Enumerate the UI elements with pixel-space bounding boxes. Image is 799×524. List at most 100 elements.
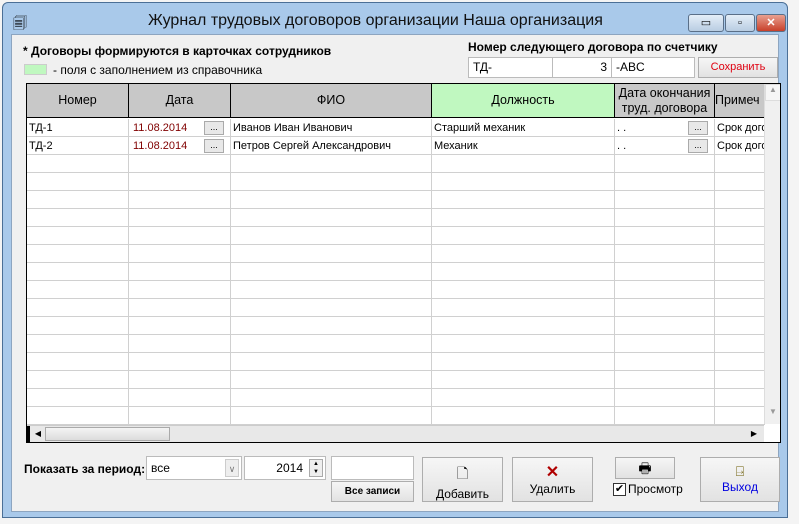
cell-num[interactable] [27,155,129,173]
table-row[interactable]: ТД-1 11.08.2014... Иванов Иван Иванович Ста… [27,119,765,137]
cell-pos[interactable] [432,209,615,227]
cell-pos[interactable] [432,281,615,299]
cell-fio[interactable] [231,407,432,425]
cell-fio[interactable] [231,191,432,209]
save-counter-button[interactable]: Сохранить [698,57,778,78]
table-row[interactable] [27,299,765,317]
minimize-button[interactable]: ▭ [688,14,724,32]
cell-note[interactable]: Срок договора [715,119,765,137]
cell-note[interactable] [715,173,765,191]
cell-note[interactable]: Срок договора [715,137,765,155]
cell-end[interactable] [615,371,715,389]
cell-pos[interactable] [432,317,615,335]
header-position[interactable]: Должность [432,84,615,118]
cell-pos[interactable]: Механик [432,137,615,155]
cell-fio[interactable] [231,317,432,335]
cell-num[interactable] [27,335,129,353]
cell-num[interactable] [27,263,129,281]
preview-checkbox[interactable]: ✔ Просмотр [613,482,683,496]
cell-note[interactable] [715,389,765,407]
cell-date[interactable] [129,245,231,263]
header-end-date[interactable]: Дата окончания труд. договора [615,84,715,118]
cell-date[interactable] [129,209,231,227]
cell-fio[interactable] [231,371,432,389]
delete-button[interactable]: ✕ Удалить [512,457,593,502]
all-records-button[interactable]: Все записи [331,481,414,502]
cell-pos[interactable] [432,371,615,389]
cell-end[interactable] [615,173,715,191]
table-row[interactable] [27,245,765,263]
cell-fio[interactable] [231,389,432,407]
cell-num[interactable] [27,389,129,407]
scroll-right-icon[interactable]: ▶ [747,427,761,441]
cell-date[interactable] [129,281,231,299]
cell-end[interactable] [615,335,715,353]
cell-fio[interactable] [231,299,432,317]
cell-fio[interactable] [231,263,432,281]
cell-end[interactable] [615,353,715,371]
cell-num[interactable] [27,407,129,425]
cell-note[interactable] [715,335,765,353]
cell-date[interactable] [129,371,231,389]
year-spin-buttons[interactable]: ▲ ▼ [309,459,323,477]
cell-pos[interactable] [432,227,615,245]
header-fio[interactable]: ФИО [231,84,432,118]
cell-date[interactable] [129,389,231,407]
scroll-down-icon[interactable]: ▼ [765,407,780,424]
scroll-thumb[interactable] [45,427,170,441]
table-row[interactable] [27,371,765,389]
table-row[interactable] [27,191,765,209]
table-row[interactable] [27,227,765,245]
cell-pos[interactable] [432,407,615,425]
cell-num[interactable] [27,173,129,191]
cell-fio[interactable] [231,335,432,353]
cell-fio[interactable] [231,245,432,263]
cell-pos[interactable] [432,155,615,173]
vertical-scrollbar[interactable]: ▲ ▼ [764,84,780,424]
table-row[interactable] [27,317,765,335]
cell-num[interactable] [27,317,129,335]
table-row[interactable] [27,281,765,299]
table-row[interactable] [27,353,765,371]
cell-end[interactable] [615,407,715,425]
cell-fio[interactable] [231,173,432,191]
cell-pos[interactable] [432,173,615,191]
cell-pos[interactable] [432,353,615,371]
header-number[interactable]: Номер [27,84,129,118]
cell-fio[interactable] [231,281,432,299]
cell-note[interactable] [715,245,765,263]
cell-date[interactable] [129,173,231,191]
cell-fio[interactable] [231,353,432,371]
cell-num[interactable] [27,299,129,317]
cell-fio[interactable] [231,227,432,245]
table-row[interactable]: ТД-2 11.08.2014... Петров Сергей Александр… [27,137,765,155]
table-row[interactable] [27,173,765,191]
cell-end[interactable] [615,389,715,407]
cell-date[interactable] [129,317,231,335]
cell-end[interactable] [615,245,715,263]
cell-note[interactable] [715,353,765,371]
cell-note[interactable] [715,407,765,425]
table-row[interactable] [27,209,765,227]
filter-input[interactable] [331,456,414,480]
exit-button[interactable]: ⍈ Выход [700,457,780,502]
cell-end[interactable] [615,227,715,245]
cell-fio[interactable] [231,155,432,173]
cell-note[interactable] [715,371,765,389]
cell-end[interactable] [615,209,715,227]
cell-pos[interactable] [432,191,615,209]
cell-pos[interactable] [432,263,615,281]
table-row[interactable] [27,389,765,407]
table-row[interactable] [27,155,765,173]
cell-num[interactable]: ТД-2 [27,137,129,155]
cell-num[interactable] [27,227,129,245]
cell-note[interactable] [715,317,765,335]
cell-fio[interactable]: Иванов Иван Иванович [231,119,432,137]
date-picker-button[interactable]: ... [688,121,708,135]
header-date[interactable]: Дата [129,84,231,118]
cell-end[interactable] [615,317,715,335]
cell-date[interactable] [129,335,231,353]
cell-end[interactable] [615,263,715,281]
date-picker-button[interactable]: ... [688,139,708,153]
cell-date[interactable] [129,407,231,425]
